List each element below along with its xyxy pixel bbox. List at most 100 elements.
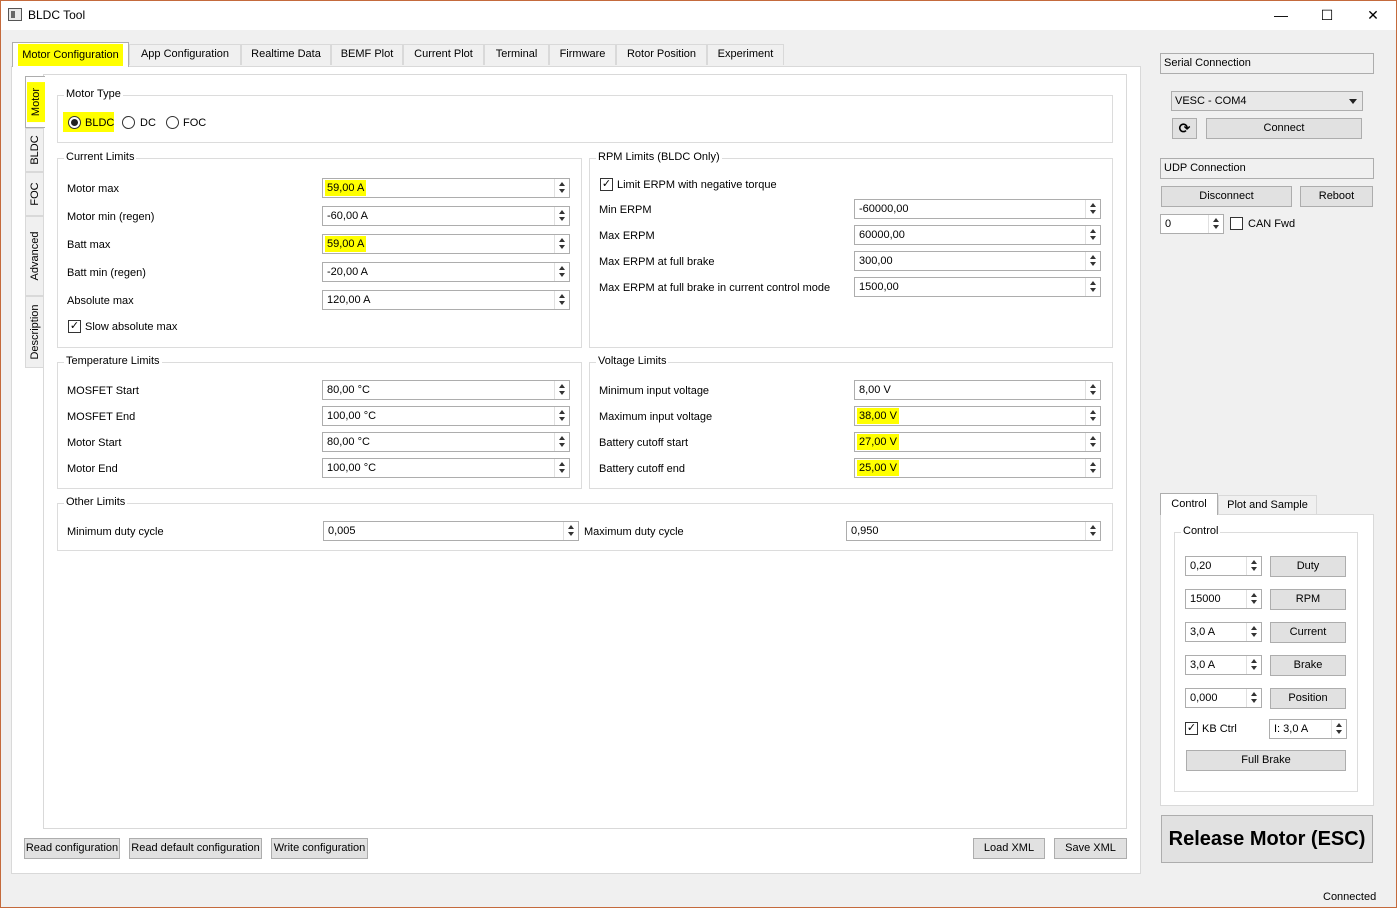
disconnect-button[interactable]: Disconnect — [1161, 186, 1292, 207]
mosfet-start-input[interactable]: 80,00 °C — [322, 380, 570, 400]
tab-plot-and-sample[interactable]: Plot and Sample — [1218, 495, 1317, 515]
absolute-max-input[interactable]: 120,00 A — [322, 290, 570, 310]
duty-button[interactable]: Duty — [1270, 556, 1346, 577]
tab-control[interactable]: Control — [1160, 493, 1218, 515]
tab-realtime-data[interactable]: Realtime Data — [241, 44, 331, 65]
radio-dc[interactable] — [122, 116, 135, 129]
radio-foc-label: FOC — [183, 117, 207, 129]
tab-current-plot[interactable]: Current Plot — [403, 44, 484, 65]
batt-max-input[interactable]: 59,00 A — [322, 234, 570, 254]
refresh-icon[interactable]: ⟳ — [1172, 118, 1197, 139]
udp-connection-header[interactable]: UDP Connection — [1160, 158, 1374, 179]
max-duty-label: Maximum duty cycle — [584, 526, 684, 538]
battery-cutoff-end-input[interactable]: 25,00 V — [854, 458, 1101, 478]
max-erpm-brake-input[interactable]: 300,00 — [854, 251, 1101, 271]
battery-cutoff-start-input[interactable]: 27,00 V — [854, 432, 1101, 452]
save-xml-button[interactable]: Save XML — [1054, 838, 1127, 859]
brake-input[interactable]: 3,0 A — [1185, 655, 1262, 675]
mosfet-end-label: MOSFET End — [67, 411, 136, 423]
close-button[interactable]: ✕ — [1350, 0, 1396, 30]
read-default-configuration-button[interactable]: Read default configuration — [129, 838, 262, 859]
batt-min-input[interactable]: -20,00 A — [322, 262, 570, 282]
kb-ctrl-label: KB Ctrl — [1202, 723, 1237, 735]
read-configuration-button[interactable]: Read configuration — [24, 838, 120, 859]
mosfet-end-input[interactable]: 100,00 °C — [322, 406, 570, 426]
load-xml-button[interactable]: Load XML — [973, 838, 1045, 859]
motor-max-input[interactable]: 59,00 A — [322, 178, 570, 198]
serial-port-select[interactable]: VESC - COM4 — [1171, 91, 1363, 111]
voltage-limits-title: Voltage Limits — [596, 355, 669, 367]
min-duty-label: Minimum duty cycle — [67, 526, 164, 538]
battery-cutoff-end-label: Battery cutoff end — [599, 463, 686, 475]
control-group-title: Control — [1181, 525, 1221, 537]
motor-min-input[interactable]: -60,00 A — [322, 206, 570, 226]
tab-firmware[interactable]: Firmware — [549, 44, 616, 65]
can-fwd-checkbox[interactable] — [1230, 217, 1243, 230]
tab-experiment[interactable]: Experiment — [707, 44, 784, 65]
other-limits-title: Other Limits — [64, 496, 128, 508]
side-tab-description[interactable]: Description — [25, 296, 43, 368]
motor-type-group: Motor Type — [57, 88, 1113, 143]
minimize-button[interactable]: — — [1258, 0, 1304, 30]
tab-bemf-plot[interactable]: BEMF Plot — [331, 44, 403, 65]
reboot-button[interactable]: Reboot — [1300, 186, 1373, 207]
min-erpm-label: Min ERPM — [599, 204, 652, 216]
radio-foc[interactable] — [166, 116, 179, 129]
min-duty-input[interactable]: 0,005 — [323, 521, 579, 541]
current-input[interactable]: 3,0 A — [1185, 622, 1262, 642]
current-button[interactable]: Current — [1270, 622, 1346, 643]
write-configuration-button[interactable]: Write configuration — [271, 838, 368, 859]
max-erpm-brake-label: Max ERPM at full brake — [599, 256, 715, 268]
motor-min-label: Motor min (regen) — [67, 211, 155, 223]
motor-max-label: Motor max — [67, 183, 119, 195]
rpm-button[interactable]: RPM — [1270, 589, 1346, 610]
title-bar — [0, 0, 1397, 30]
radio-bldc[interactable] — [68, 116, 81, 129]
rpm-input[interactable]: 15000 — [1185, 589, 1262, 609]
max-erpm-label: Max ERPM — [599, 230, 655, 242]
can-id-input[interactable]: 0 — [1160, 214, 1224, 234]
window-title: BLDC Tool — [28, 8, 86, 22]
motor-start-input[interactable]: 80,00 °C — [322, 432, 570, 452]
kb-ctrl-checkbox[interactable]: ✓ — [1185, 722, 1198, 735]
tab-app-configuration[interactable]: App Configuration — [129, 44, 241, 65]
limit-erpm-label: Limit ERPM with negative torque — [617, 179, 777, 191]
tab-terminal[interactable]: Terminal — [484, 44, 549, 65]
temperature-limits-title: Temperature Limits — [64, 355, 162, 367]
slow-absolute-max-label: Slow absolute max — [85, 321, 178, 333]
radio-bldc-label: BLDC — [85, 117, 115, 129]
release-motor-button[interactable]: Release Motor (ESC) — [1161, 815, 1373, 863]
motor-type-title: Motor Type — [64, 88, 123, 100]
slow-absolute-max-checkbox[interactable]: ✓ — [68, 320, 81, 333]
serial-connection-header[interactable]: Serial Connection — [1160, 53, 1374, 74]
max-erpm-input[interactable]: 60000,00 — [854, 225, 1101, 245]
app-icon — [8, 8, 22, 21]
max-input-voltage-input[interactable]: 38,00 V — [854, 406, 1101, 426]
full-brake-button[interactable]: Full Brake — [1186, 750, 1346, 771]
connect-button[interactable]: Connect — [1206, 118, 1362, 139]
duty-input[interactable]: 0,20 — [1185, 556, 1262, 576]
position-input[interactable]: 0,000 — [1185, 688, 1262, 708]
min-input-voltage-input[interactable]: 8,00 V — [854, 380, 1101, 400]
position-button[interactable]: Position — [1270, 688, 1346, 709]
max-duty-input[interactable]: 0,950 — [846, 521, 1101, 541]
side-tab-motor[interactable]: Motor — [25, 76, 45, 128]
status-text: Connected — [1323, 891, 1377, 903]
max-input-voltage-label: Maximum input voltage — [599, 411, 713, 423]
side-tab-advanced[interactable]: Advanced — [25, 216, 43, 296]
motor-end-label: Motor End — [67, 463, 118, 475]
kb-current-input[interactable]: I: 3,0 A — [1269, 719, 1347, 739]
brake-button[interactable]: Brake — [1270, 655, 1346, 676]
tab-motor-configuration[interactable]: Motor Configuration — [12, 42, 129, 67]
maximize-button[interactable]: ☐ — [1304, 0, 1350, 30]
radio-dc-label: DC — [140, 117, 156, 129]
motor-end-input[interactable]: 100,00 °C — [322, 458, 570, 478]
tab-rotor-position[interactable]: Rotor Position — [616, 44, 707, 65]
side-tab-foc[interactable]: FOC — [25, 172, 43, 216]
min-erpm-input[interactable]: -60000,00 — [854, 199, 1101, 219]
can-fwd-label: CAN Fwd — [1248, 218, 1296, 230]
side-tab-bldc[interactable]: BLDC — [25, 128, 43, 172]
mosfet-start-label: MOSFET Start — [67, 385, 139, 397]
max-erpm-brake-current-input[interactable]: 1500,00 — [854, 277, 1101, 297]
limit-erpm-checkbox[interactable]: ✓ — [600, 178, 613, 191]
